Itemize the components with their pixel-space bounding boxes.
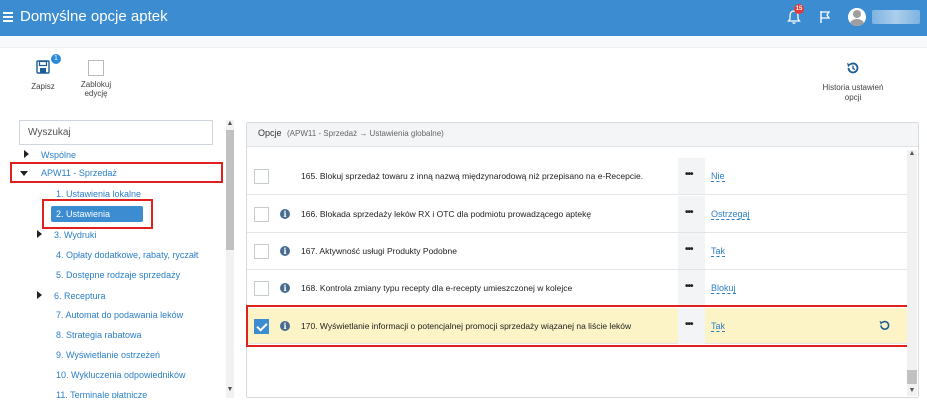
tree-scroll-up-icon[interactable]: ▲ xyxy=(226,120,234,127)
history-label: Historia ustawień opcji xyxy=(822,83,884,102)
annotation-highlight-row-170 xyxy=(246,305,909,347)
notification-count-badge: 15 xyxy=(794,4,804,14)
tree-item-wspolne[interactable]: Wspólne xyxy=(41,150,76,160)
info-icon[interactable]: i xyxy=(280,246,290,256)
options-breadcrumb: (APW11 - Sprzedaż → Ustawienia globalne) xyxy=(287,129,444,138)
user-name-blurred[interactable] xyxy=(872,10,920,24)
tree-item-strategia[interactable]: 8. Strategia rabatowa xyxy=(56,330,142,340)
tree-item-ostrzezenia[interactable]: 9. Wyświetlanie ostrzeżeń xyxy=(56,350,160,360)
option-label: 167. Aktywność usługi Produkty Podobne xyxy=(301,246,457,256)
tree-search-input[interactable] xyxy=(19,120,213,145)
top-bar: Domyślne opcje aptek 15 xyxy=(0,0,927,36)
option-row[interactable]: i 167. Aktywność usługi Produkty Podobne… xyxy=(247,233,907,270)
option-label: 168. Kontrola zmiany typu recepty dla e-… xyxy=(301,283,573,293)
ellipsis-icon: ••• xyxy=(685,281,693,292)
option-value-link[interactable]: Nie xyxy=(711,171,725,182)
lock-edit-label: Zablokuj edycję xyxy=(80,80,112,98)
tree-item-terminale[interactable]: 11. Terminale płatnicze xyxy=(56,390,147,398)
tree-item-wydruki[interactable]: 3. Wydruki xyxy=(54,230,96,240)
save-label: Zapisz xyxy=(31,82,55,91)
tree-item-receptura[interactable]: 6. Receptura xyxy=(54,291,106,301)
option-row[interactable]: i 168. Kontrola zmiany typu recepty dla … xyxy=(247,270,907,307)
settings-history-button[interactable]: Historia ustawień opcji xyxy=(822,60,884,103)
row-checkbox[interactable] xyxy=(254,207,269,222)
expand-receptura-icon[interactable] xyxy=(37,291,42,299)
options-scrollbar-thumb[interactable] xyxy=(907,370,917,384)
option-value-link[interactable]: Blokuj xyxy=(711,283,736,294)
more-options-button[interactable]: ••• xyxy=(678,196,705,232)
option-value-link[interactable]: Tak xyxy=(711,246,726,257)
option-label: 166. Blokada sprzedaży leków RX i OTC dl… xyxy=(301,209,592,219)
tree-scroll-down-icon[interactable]: ▼ xyxy=(226,386,234,393)
save-button[interactable]: Zapisz xyxy=(28,60,58,91)
user-avatar-icon[interactable] xyxy=(848,8,866,26)
tree-item-rodzaje-sprzedazy[interactable]: 5. Dostępne rodzaje sprzedaży xyxy=(56,270,180,280)
info-icon[interactable]: i xyxy=(280,209,290,219)
flag-icon[interactable] xyxy=(818,10,832,24)
page-title: Domyślne opcje aptek xyxy=(20,8,168,25)
tree-item-oplaty[interactable]: 4. Opłaty dodatkowe, rabaty, ryczałt xyxy=(56,250,198,260)
tree-item-ustawienia-lokalne[interactable]: 1. Ustawienia lokalne xyxy=(56,189,141,199)
more-options-button[interactable]: ••• xyxy=(678,158,705,194)
options-scroll-down-icon[interactable]: ▼ xyxy=(907,387,917,394)
row-checkbox[interactable] xyxy=(254,244,269,259)
expand-wspolne-icon[interactable] xyxy=(24,150,29,158)
menu-icon[interactable] xyxy=(3,10,13,24)
option-label: 165. Blokuj sprzedaż towaru z inną nazwą… xyxy=(301,171,644,181)
save-count-badge: 1 xyxy=(51,54,61,64)
options-panel-title: Opcje xyxy=(258,128,282,138)
save-icon xyxy=(36,60,50,74)
options-scrollbar[interactable] xyxy=(907,150,917,396)
ellipsis-icon: ••• xyxy=(685,244,693,255)
history-icon xyxy=(847,62,859,74)
option-row[interactable]: 165. Blokuj sprzedaż towaru z inną nazwą… xyxy=(247,158,907,195)
annotation-highlight-globalne xyxy=(42,199,153,229)
tree-item-automat[interactable]: 7. Automat do podawania leków xyxy=(56,310,183,320)
options-scroll-up-icon[interactable]: ▲ xyxy=(907,150,917,157)
annotation-highlight-apw11 xyxy=(10,162,223,183)
lock-edit-button[interactable]: Zablokuj edycję xyxy=(70,60,122,98)
ellipsis-icon: ••• xyxy=(685,207,693,218)
more-options-button[interactable]: ••• xyxy=(678,233,705,269)
option-value-link[interactable]: Ostrzegaj xyxy=(711,209,750,220)
decorative-strip xyxy=(0,36,927,48)
ellipsis-icon: ••• xyxy=(685,169,693,180)
expand-wydruki-icon[interactable] xyxy=(37,230,42,238)
row-checkbox[interactable] xyxy=(254,169,269,184)
option-row[interactable]: i 166. Blokada sprzedaży leków RX i OTC … xyxy=(247,196,907,233)
row-checkbox[interactable] xyxy=(254,281,269,296)
lock-edit-checkbox[interactable] xyxy=(88,60,104,76)
tree-scrollbar-thumb[interactable] xyxy=(226,130,234,250)
tree-item-wykluczenia[interactable]: 10. Wykluczenia odpowiedników xyxy=(56,370,186,380)
more-options-button[interactable]: ••• xyxy=(678,270,705,306)
info-icon[interactable]: i xyxy=(280,283,290,293)
